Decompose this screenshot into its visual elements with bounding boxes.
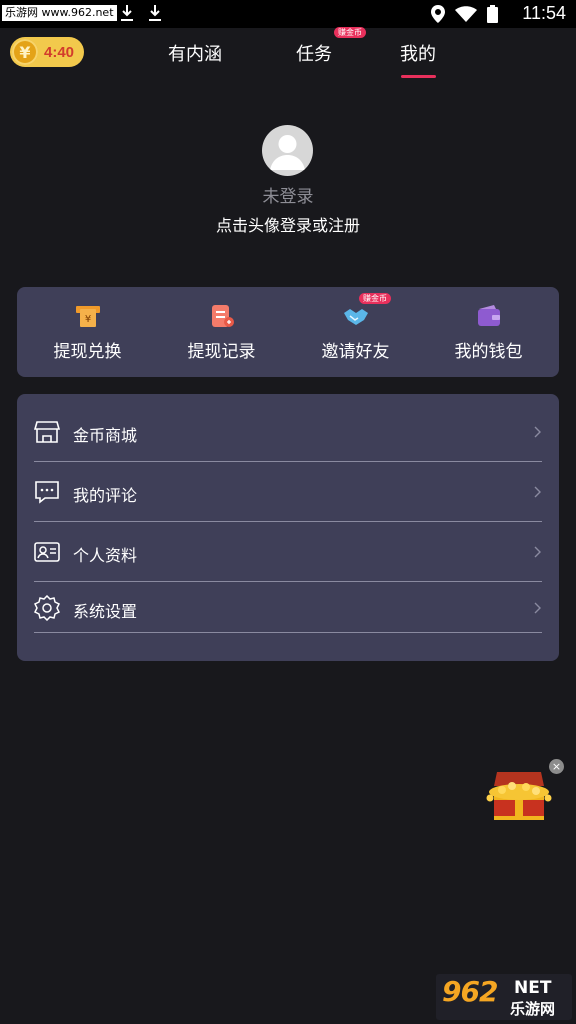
download-icon <box>149 5 161 21</box>
status-time: 11:54 <box>522 3 566 23</box>
comment-icon <box>35 481 59 504</box>
wallet-icon <box>477 305 500 326</box>
coin-timer: 4:40 <box>44 43 75 61</box>
watermark-cn: 乐游网 <box>510 1000 556 1018</box>
treasure-chest-icon[interactable] <box>486 768 552 824</box>
tab-active-indicator <box>401 75 436 78</box>
menu-item-settings[interactable]: 系统设置 <box>34 582 542 633</box>
tab-tasks[interactable]: 任务 <box>296 40 332 66</box>
chevron-right-icon <box>534 426 541 438</box>
location-icon <box>431 5 445 23</box>
coin-timer-button[interactable]: ¥ 4:40 <box>10 37 84 67</box>
chevron-right-icon <box>534 546 541 558</box>
svg-text:¥: ¥ <box>84 314 90 325</box>
handshake-icon <box>343 309 368 325</box>
chevron-right-icon <box>534 602 541 613</box>
status-bar: 乐游网 www.962.net 11:54 <box>0 0 576 28</box>
download-icon <box>121 5 133 21</box>
quick-item-label: 邀请好友 <box>321 342 390 362</box>
watermark-logo: 962 NET 乐游网 <box>436 974 572 1020</box>
tab-mine[interactable]: 我的 <box>400 40 436 66</box>
close-icon[interactable]: × <box>549 759 564 774</box>
menu-item-profile[interactable]: 个人资料 <box>34 522 542 582</box>
quick-item-wallet[interactable]: 我的钱包 <box>421 287 556 377</box>
avatar[interactable] <box>262 125 313 176</box>
quick-item-invite[interactable]: 邀请好友 <box>288 287 423 377</box>
menu-card: 金币商城 我的评论 个人资料 系统设置 <box>17 394 559 661</box>
menu-item-label: 金币商城 <box>73 426 138 445</box>
quick-item-label: 我的钱包 <box>454 342 523 362</box>
menu-item-label: 个人资料 <box>73 546 138 565</box>
divider <box>34 632 542 633</box>
gear-icon <box>34 594 60 621</box>
quick-item-label: 提现记录 <box>187 342 256 362</box>
login-hint[interactable]: 点击头像登录或注册 <box>0 212 576 236</box>
profile-card-icon <box>34 542 60 562</box>
watermark-net: NET <box>514 978 552 998</box>
chevron-right-icon <box>534 486 541 498</box>
withdraw-icon: ¥ <box>75 306 100 327</box>
menu-item-coin-store[interactable]: 金币商城 <box>34 402 542 462</box>
battery-icon <box>487 5 498 23</box>
quick-item-withdraw[interactable]: ¥ 提现兑换 <box>20 287 155 377</box>
invite-badge: 赚金币 <box>359 293 391 304</box>
status-icons <box>431 5 498 23</box>
watermark-number: 962 <box>442 975 498 1008</box>
wifi-icon <box>455 6 477 22</box>
coin-icon: ¥ <box>12 39 38 65</box>
record-icon <box>211 305 234 327</box>
store-icon <box>34 421 60 443</box>
quick-actions-card: ¥ 提现兑换 提现记录 邀请好友 赚金币 我的钱包 <box>17 287 559 377</box>
tab-tasks-badge: 赚金币 <box>334 27 366 38</box>
user-icon <box>270 135 305 170</box>
tab-youneihan[interactable]: 有内涵 <box>168 40 222 66</box>
status-watermark: 乐游网 www.962.net <box>2 5 117 21</box>
menu-item-label: 系统设置 <box>73 601 138 621</box>
menu-item-my-comments[interactable]: 我的评论 <box>34 462 542 522</box>
login-status: 未登录 <box>262 187 314 207</box>
menu-item-label: 我的评论 <box>73 486 138 505</box>
quick-item-label: 提现兑换 <box>53 342 122 362</box>
quick-item-withdraw-record[interactable]: 提现记录 <box>154 287 289 377</box>
